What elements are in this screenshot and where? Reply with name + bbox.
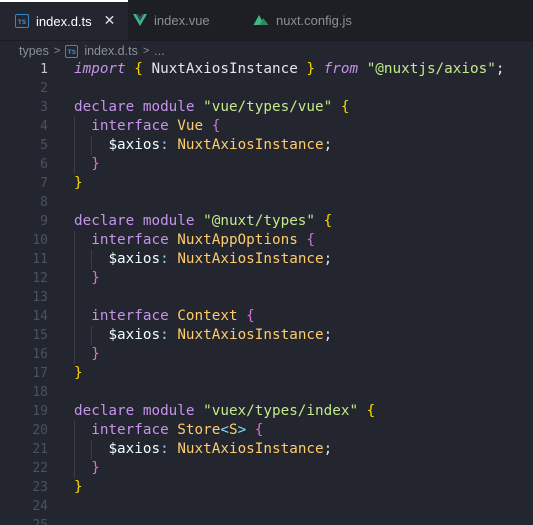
line-number: 14 xyxy=(32,309,48,324)
code-text: interface Context { xyxy=(48,307,255,326)
code-line: 22 } xyxy=(0,459,533,478)
tab-nuxt-config-js[interactable]: nuxt.config.js xyxy=(253,0,383,40)
line-number: 1 xyxy=(40,62,48,77)
chevron-right-icon: > xyxy=(53,45,61,57)
code-line: 19 declare module "vuex/types/index" { xyxy=(0,402,533,421)
line-number: 7 xyxy=(40,176,48,191)
typescript-file-icon: TS xyxy=(65,44,79,58)
code-line: 5 $axios: NuxtAxiosInstance; xyxy=(0,136,533,155)
code-text: interface Store<S> { xyxy=(48,421,263,440)
code-text: interface NuxtAppOptions { xyxy=(48,231,315,250)
line-number: 24 xyxy=(32,499,48,514)
tab-index-d-ts[interactable]: TS index.d.ts ✕ xyxy=(0,0,128,40)
tab-label: index.vue xyxy=(154,12,210,28)
code-line: 16 } xyxy=(0,345,533,364)
code-text: } xyxy=(48,459,100,478)
line-number: 4 xyxy=(40,119,48,134)
code-text: declare module "vuex/types/index" { xyxy=(74,403,376,419)
code-line: 25 xyxy=(0,516,533,525)
line-number: 25 xyxy=(0,516,48,525)
code-text: $axios: NuxtAxiosInstance; xyxy=(48,440,332,459)
code-line: 1 import { NuxtAxiosInstance } from "@nu… xyxy=(0,60,533,79)
code-text: } xyxy=(48,345,100,364)
code-line: 20 interface Store<S> { xyxy=(0,421,533,440)
code-text: $axios: NuxtAxiosInstance; xyxy=(48,136,332,155)
code-line: 10 interface NuxtAppOptions { xyxy=(0,231,533,250)
tab-label: nuxt.config.js xyxy=(276,12,352,28)
line-number: 22 xyxy=(32,461,48,476)
code-line: 8 xyxy=(0,193,533,212)
code-text: declare module "@nuxt/types" { xyxy=(74,213,333,229)
breadcrumb-file[interactable]: index.d.ts xyxy=(84,44,138,58)
code-text: } xyxy=(48,269,100,288)
code-line: 9 declare module "@nuxt/types" { xyxy=(0,212,533,231)
code-line: 17 } xyxy=(0,364,533,383)
line-number: 15 xyxy=(32,328,48,343)
code-line: 7 } xyxy=(0,174,533,193)
line-number: 5 xyxy=(40,138,48,153)
code-line: 21 $axios: NuxtAxiosInstance; xyxy=(0,440,533,459)
code-line: 14 interface Context { xyxy=(0,307,533,326)
code-text: } xyxy=(74,479,83,495)
line-number: 21 xyxy=(32,442,48,457)
vue-file-icon xyxy=(133,14,147,26)
typescript-file-icon: TS xyxy=(15,14,29,28)
line-number: 13 xyxy=(32,290,48,305)
code-text: $axios: NuxtAxiosInstance; xyxy=(48,250,332,269)
breadcrumb: types > TS index.d.ts > ... xyxy=(0,41,533,61)
line-number: 19 xyxy=(32,404,48,419)
line-number: 23 xyxy=(32,480,48,495)
line-number: 12 xyxy=(32,271,48,286)
code-line: 23 } xyxy=(0,478,533,497)
code-text: declare module "vue/types/vue" { xyxy=(74,99,350,115)
code-line: 3 declare module "vue/types/vue" { xyxy=(0,98,533,117)
tab-label: index.d.ts xyxy=(36,13,92,29)
code-line: 11 $axios: NuxtAxiosInstance; xyxy=(0,250,533,269)
line-number: 16 xyxy=(32,347,48,362)
line-number: 8 xyxy=(40,195,48,210)
code-editor: TS index.d.ts ✕ index.vue nuxt.config.js… xyxy=(0,0,533,525)
code-area[interactable]: 1 import { NuxtAxiosInstance } from "@nu… xyxy=(0,60,533,525)
code-line: 6 } xyxy=(0,155,533,174)
line-number: 3 xyxy=(40,100,48,115)
line-number: 17 xyxy=(32,366,48,381)
code-text: } xyxy=(48,155,100,174)
code-text: interface Vue { xyxy=(48,117,220,136)
breadcrumb-symbol[interactable]: ... xyxy=(154,44,164,58)
code-text: } xyxy=(74,175,83,191)
code-line: 24 xyxy=(0,497,533,516)
code-text: } xyxy=(74,365,83,381)
line-number: 2 xyxy=(40,81,48,96)
code-line: 2 xyxy=(0,79,533,98)
line-number: 20 xyxy=(32,423,48,438)
code-line: 13 xyxy=(0,288,533,307)
tab-bar: TS index.d.ts ✕ index.vue nuxt.config.js xyxy=(0,0,533,41)
line-number: 11 xyxy=(32,252,48,267)
code-text xyxy=(48,288,75,307)
code-text: $axios: NuxtAxiosInstance; xyxy=(48,326,332,345)
chevron-right-icon: > xyxy=(142,45,150,57)
code-line: 4 interface Vue { xyxy=(0,117,533,136)
line-number: 6 xyxy=(40,157,48,172)
breadcrumb-folder[interactable]: types xyxy=(19,44,49,58)
code-text: import { NuxtAxiosInstance } from "@nuxt… xyxy=(74,61,505,77)
code-line: 18 xyxy=(0,383,533,402)
line-number: 18 xyxy=(32,385,48,400)
code-line: 12 } xyxy=(0,269,533,288)
line-number: 10 xyxy=(32,233,48,248)
nuxt-file-icon xyxy=(253,14,269,26)
close-icon[interactable]: ✕ xyxy=(104,13,116,29)
line-number: 9 xyxy=(40,214,48,229)
tab-index-vue[interactable]: index.vue xyxy=(133,0,243,40)
code-line: 15 $axios: NuxtAxiosInstance; xyxy=(0,326,533,345)
